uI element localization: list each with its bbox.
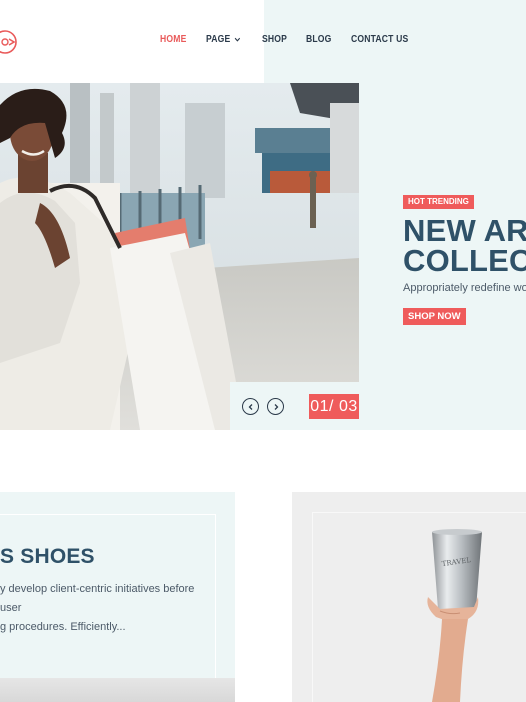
slide-counter: 01/ 03	[309, 394, 359, 419]
card-description: y develop client-centric initiatives bef…	[0, 580, 215, 637]
cup-promo-card[interactable]: TRAVEL	[292, 492, 526, 702]
chevron-right-icon	[274, 403, 278, 410]
hero-title: NEW ARRIVAL COLLECTION	[403, 213, 526, 278]
hero-title-line2: COLLECTION	[403, 243, 526, 278]
nav-shop-label: SHOP	[262, 34, 288, 45]
nav-page[interactable]: PAGE	[206, 34, 242, 45]
hero-image	[0, 83, 359, 430]
card-desc-line1: y develop client-centric initiatives bef…	[0, 583, 195, 614]
card-image-strip	[0, 678, 235, 702]
nav-home[interactable]: HOME	[160, 34, 186, 45]
hot-trending-badge: HOT TRENDING	[403, 195, 474, 209]
hero-subtitle: Appropriately redefine world-class	[403, 282, 526, 294]
chevron-down-icon	[234, 37, 241, 42]
slider-controls: 01/ 03	[230, 382, 359, 430]
logo-icon[interactable]	[0, 27, 20, 57]
card-desc-line2: g procedures. Efficiently...	[0, 621, 126, 633]
slider-prev-button[interactable]	[242, 398, 259, 415]
slider-next-button[interactable]	[267, 398, 284, 415]
chevron-left-icon	[248, 403, 252, 410]
main-nav: HOME PAGE SHOP BLOG CONTACT US	[160, 34, 418, 45]
hero-title-line1: NEW ARRIVAL	[403, 213, 526, 248]
nav-blog-label: BLOG	[306, 34, 332, 45]
nav-contact[interactable]: CONTACT US	[351, 34, 408, 45]
nav-home-label: HOME	[160, 34, 187, 45]
hand-holding-cup-image: TRAVEL	[427, 529, 482, 702]
hero-text: HOT TRENDING NEW ARRIVAL COLLECTION Appr…	[403, 191, 526, 325]
shop-now-button[interactable]: SHOP NOW	[403, 308, 466, 325]
nav-blog[interactable]: BLOG	[306, 34, 332, 45]
nav-shop[interactable]: SHOP	[262, 34, 287, 45]
shoes-promo-card[interactable]: S SHOES y develop client-centric initiat…	[0, 492, 235, 702]
nav-contact-label: CONTACT US	[351, 34, 409, 45]
nav-page-label: PAGE	[205, 34, 231, 45]
card-title: S SHOES	[0, 545, 95, 568]
